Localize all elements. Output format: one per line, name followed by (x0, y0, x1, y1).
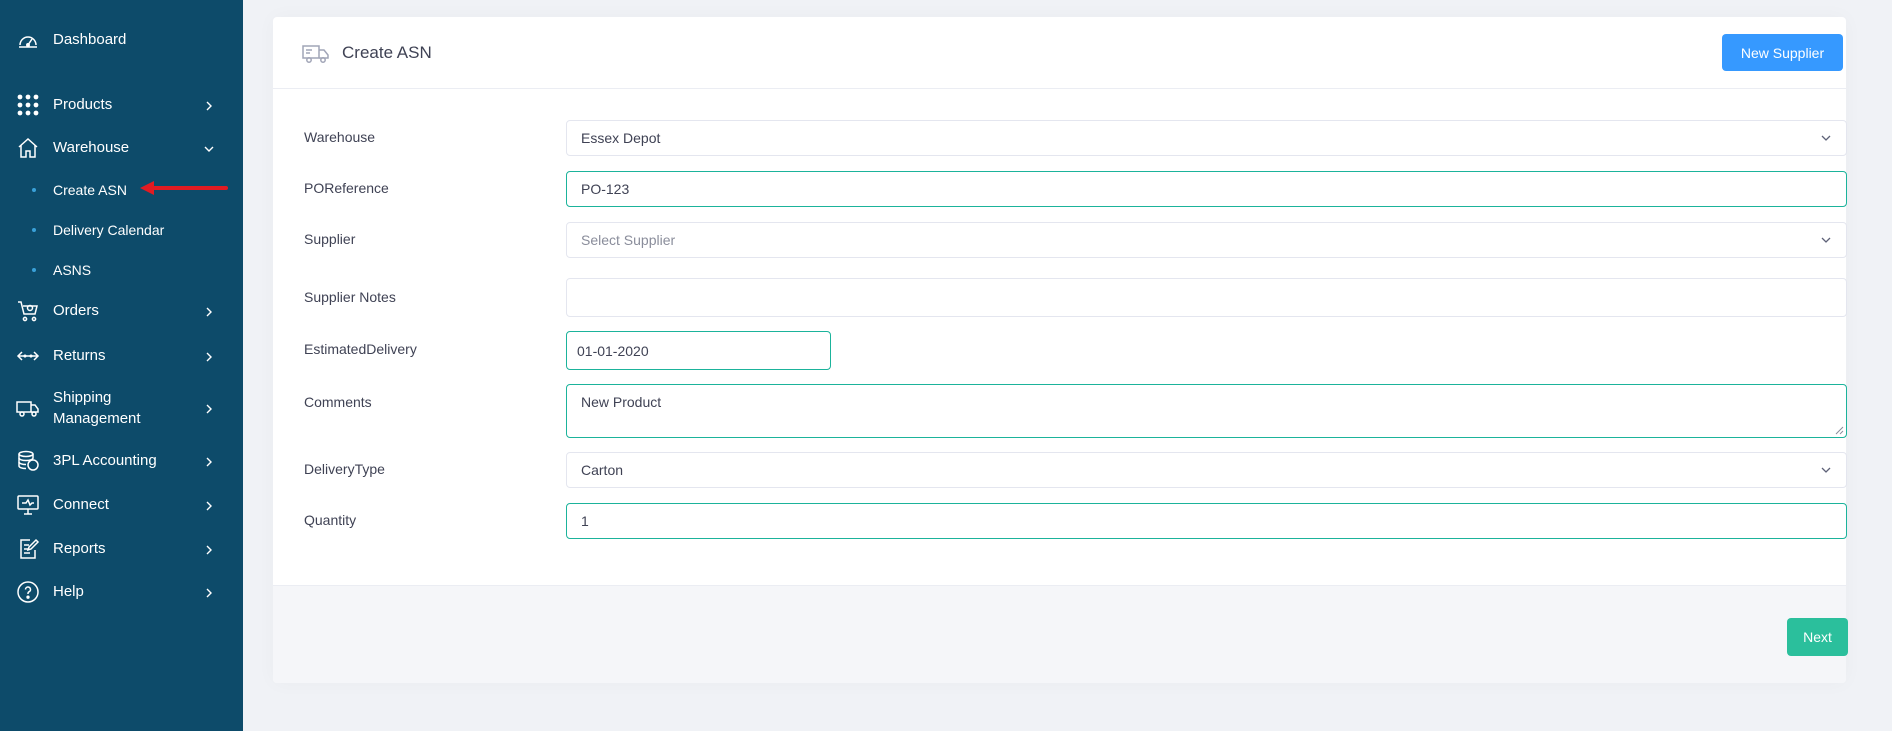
supplier-placeholder: Select Supplier (581, 232, 676, 248)
resize-grip-icon[interactable] (1835, 426, 1844, 435)
sidebar-item-warehouse[interactable]: Warehouse (0, 136, 243, 160)
bullet-dot (32, 188, 36, 192)
new-supplier-button[interactable]: New Supplier (1722, 34, 1843, 71)
next-button[interactable]: Next (1787, 618, 1848, 656)
sidebar-item-returns[interactable]: Returns (0, 344, 243, 368)
quantity-label: Quantity (304, 512, 357, 528)
sidebar-subitem-asns[interactable]: ASNS (0, 256, 243, 284)
supplier-notes-label: Supplier Notes (304, 289, 396, 305)
sidebar-item-label: Dashboard (53, 31, 127, 48)
warehouse-label: Warehouse (304, 129, 376, 145)
delivery-type-label: DeliveryType (304, 461, 385, 477)
bullet-dot (32, 228, 36, 232)
truck-icon (302, 41, 330, 65)
monitor-icon (16, 493, 40, 517)
sidebar-item-label: Help (53, 583, 84, 600)
comments-label: Comments (304, 394, 372, 410)
sidebar-subitem-label: ASNS (53, 262, 92, 278)
comments-value: New Product (581, 394, 662, 410)
chevron-right-icon (203, 402, 215, 414)
chevron-down-icon (1821, 467, 1831, 473)
estimated-delivery-label: EstimatedDelivery (304, 341, 417, 357)
card-header: Create ASN New Supplier (273, 17, 1846, 89)
po-reference-value: PO-123 (581, 181, 630, 197)
question-circle-icon (16, 580, 40, 604)
sidebar-subitem-label: Delivery Calendar (53, 222, 165, 238)
sidebar-item-label: 3PL Accounting (53, 452, 157, 469)
sidebar-item-label: Orders (53, 302, 99, 319)
po-reference-label: POReference (304, 180, 389, 196)
sidebar-item-help[interactable]: Help (0, 580, 243, 604)
annotation-arrow-icon (140, 181, 228, 195)
card-footer: Next (273, 585, 1848, 683)
bullet-dot (32, 268, 36, 272)
sidebar-subitem-label: Create ASN (53, 182, 127, 198)
chevron-right-icon (203, 455, 215, 467)
estimated-delivery-date-input[interactable]: 01-01-2020 (566, 331, 831, 370)
sidebar-item-orders[interactable]: Orders (0, 299, 243, 323)
sidebar-item-label: Connect (53, 496, 109, 513)
chevron-down-icon (1821, 135, 1831, 141)
create-asn-card: Create ASN New Supplier Warehouse Essex … (273, 17, 1848, 683)
sidebar-item-label: Shipping (53, 389, 112, 406)
chevron-down-icon (203, 142, 215, 154)
estimated-delivery-value: 01-01-2020 (577, 342, 649, 359)
sidebar-item-label: Returns (53, 347, 106, 364)
chevron-right-icon (203, 350, 215, 362)
arrows-horizontal-icon (16, 344, 40, 368)
warehouse-selected-value: Essex Depot (581, 130, 661, 146)
quantity-value: 1 (581, 513, 589, 529)
grid-dots-icon (16, 93, 40, 117)
coins-icon (16, 449, 40, 473)
chevron-right-icon (203, 543, 215, 555)
chevron-right-icon (203, 499, 215, 511)
chevron-right-icon (203, 99, 215, 111)
quantity-input[interactable]: 1 (566, 503, 1847, 539)
sidebar-item-dashboard[interactable]: Dashboard (0, 28, 243, 52)
supplier-select[interactable]: Select Supplier (566, 222, 1847, 258)
sidebar-item-reports[interactable]: Reports (0, 537, 243, 561)
clipboard-edit-icon (16, 537, 40, 561)
supplier-label: Supplier (304, 231, 356, 247)
page-title: Create ASN (342, 43, 432, 62)
sidebar-item-label: Products (53, 96, 113, 113)
speedometer-icon (16, 28, 40, 52)
shopping-cart-icon (16, 299, 40, 323)
sidebar-item-3pl-accounting[interactable]: 3PL Accounting (0, 449, 243, 473)
sidebar-item-label: Reports (53, 540, 106, 557)
chevron-right-icon (203, 305, 215, 317)
sidebar-item-label: Warehouse (53, 139, 130, 156)
sidebar: Dashboard Products Warehouse Create ASN … (0, 0, 243, 731)
delivery-type-select[interactable]: Carton (566, 452, 1847, 488)
comments-textarea[interactable]: New Product (566, 384, 1847, 438)
chevron-down-icon (1821, 237, 1831, 243)
home-icon (16, 136, 40, 160)
sidebar-item-shipping-management[interactable]: Shipping Management (0, 388, 243, 428)
po-reference-input[interactable]: PO-123 (566, 171, 1847, 207)
warehouse-select[interactable]: Essex Depot (566, 120, 1847, 156)
delivery-type-selected-value: Carton (581, 462, 624, 478)
truck-icon (16, 396, 40, 420)
supplier-notes-input[interactable] (566, 278, 1847, 317)
sidebar-item-connect[interactable]: Connect (0, 493, 243, 517)
sidebar-item-products[interactable]: Products (0, 93, 243, 117)
sidebar-subitem-delivery-calendar[interactable]: Delivery Calendar (0, 216, 243, 244)
sidebar-item-label: Management (53, 410, 141, 427)
chevron-right-icon (203, 586, 215, 598)
